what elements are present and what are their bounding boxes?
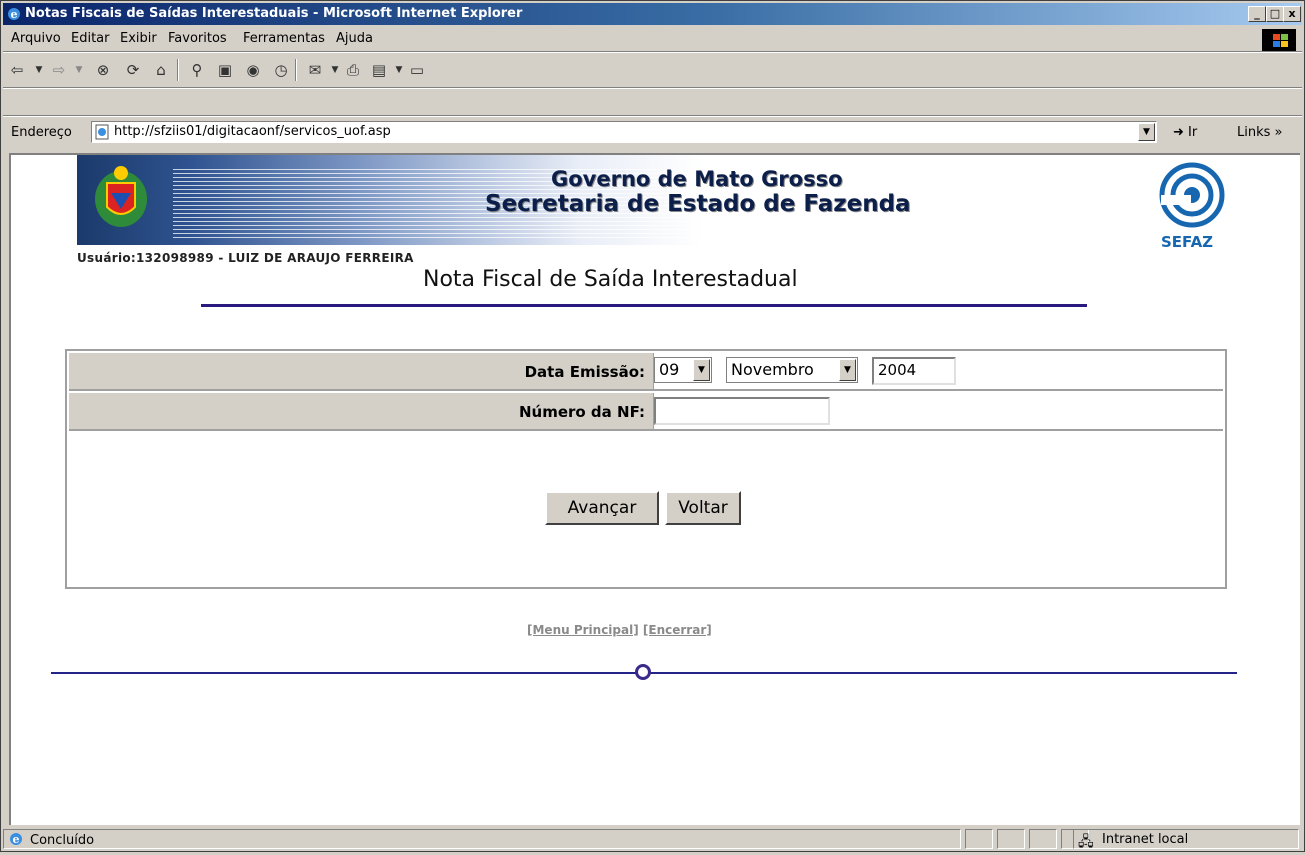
month-value: Novembro [731, 360, 814, 379]
browser-window: e Notas Fiscais de Saídas Interestaduais… [0, 0, 1305, 852]
day-select[interactable]: 09 ▼ [654, 357, 712, 383]
next-button[interactable]: Avançar [545, 491, 659, 525]
edit-dropdown-icon[interactable]: ▼ [389, 60, 409, 80]
edit-icon[interactable]: ▤ [369, 60, 389, 80]
intranet-icon: 🖧 [1078, 834, 1094, 850]
mail-dropdown-icon[interactable]: ▼ [325, 60, 345, 80]
address-dropdown-icon[interactable]: ▼ [1138, 123, 1155, 141]
month-select[interactable]: Novembro ▼ [726, 357, 858, 383]
year-input[interactable]: 2004 [872, 357, 956, 385]
minimize-button[interactable]: _ [1248, 6, 1266, 22]
refresh-icon[interactable]: ⟳ [123, 60, 143, 80]
windows-logo-icon [1262, 29, 1296, 51]
address-label: Endereço [11, 125, 72, 140]
rule-ornament [635, 664, 651, 680]
page-content: Governo de Mato Grosso Secretaria de Est… [9, 153, 1300, 825]
menu-bar: Arquivo Editar Exibir Favoritos Ferramen… [3, 27, 1302, 51]
sefaz-label: SEFAZ [1161, 233, 1214, 251]
window-title: Notas Fiscais de Saídas Interestaduais -… [25, 6, 523, 21]
nf-number-row: Número da NF: [69, 393, 1224, 431]
chevron-down-icon[interactable]: ▼ [839, 359, 856, 381]
chevron-down-icon[interactable]: ▼ [693, 359, 710, 381]
maximize-button[interactable]: □ [1266, 6, 1284, 22]
sefaz-logo-icon [1159, 162, 1225, 228]
nf-number-cell [653, 393, 1224, 429]
address-input[interactable]: http://sfziis01/digitacaonf/servicos_uof… [91, 121, 1157, 143]
history-icon[interactable]: ◷ [271, 60, 291, 80]
toolbar-separator [295, 59, 297, 81]
day-value: 09 [659, 360, 680, 379]
links-button[interactable]: Links » [1237, 125, 1282, 140]
forward-dropdown-icon[interactable]: ▼ [69, 60, 89, 80]
menu-ferramentas[interactable]: Ferramentas [243, 31, 325, 46]
back-dropdown-icon[interactable]: ▼ [29, 60, 49, 80]
status-main-pane: e Concluído [3, 829, 961, 849]
nf-form: Data Emissão: 09 ▼ Novembro ▼ 2004 Númer… [65, 349, 1227, 589]
discuss-icon[interactable]: ▭ [407, 60, 427, 80]
date-label: Data Emissão: [524, 363, 645, 381]
page-icon [95, 124, 109, 140]
forward-icon[interactable]: ⇨ [49, 60, 69, 80]
stop-icon[interactable]: ⊗ [93, 60, 113, 80]
print-icon[interactable]: ⎙ [343, 60, 363, 80]
encerrar-link[interactable]: [Encerrar] [643, 623, 712, 637]
banner: Governo de Mato Grosso Secretaria de Est… [77, 155, 911, 245]
close-button[interactable]: x [1283, 6, 1301, 22]
menu-ajuda[interactable]: Ajuda [336, 31, 373, 46]
page-title: Nota Fiscal de Saída Interestadual [423, 267, 798, 292]
title-underline [201, 304, 1087, 307]
toolbar-separator [177, 59, 179, 81]
ie-logo-icon: e [8, 8, 20, 21]
date-cell: 09 ▼ Novembro ▼ 2004 [653, 353, 1224, 389]
title-bar[interactable]: e Notas Fiscais de Saídas Interestaduais… [3, 3, 1302, 25]
menu-exibir[interactable]: Exibir [120, 31, 157, 46]
back-icon[interactable]: ⇦ [7, 60, 27, 80]
status-bar: e Concluído 🖧 Intranet local [3, 827, 1302, 851]
status-zone-pane: 🖧 Intranet local [1073, 829, 1299, 850]
home-icon[interactable]: ⌂ [151, 60, 171, 80]
user-info: Usuário:132098989 - LUIZ DE ARAUJO FERRE… [77, 251, 414, 265]
go-label: Ir [1188, 125, 1198, 140]
banner-line1: Governo de Mato Grosso [551, 167, 843, 191]
page-done-icon: e [10, 833, 22, 846]
banner-line2: Secretaria de Estado de Fazenda [485, 191, 911, 217]
nf-number-label: Número da NF: [518, 403, 645, 421]
footer-links: [Menu Principal] [Encerrar] [527, 623, 712, 637]
nf-number-input[interactable] [654, 397, 830, 425]
address-url: http://sfziis01/digitacaonf/servicos_uof… [114, 124, 391, 139]
toolbar: ⇦ ▼ ⇨ ▼ ⊗ ⟳ ⌂ ⚲ ▣ ◉ ◷ ✉ ▼ ⎙ ▤ ▼ ▭ [3, 53, 1302, 87]
menu-favoritos[interactable]: Favoritos [168, 31, 227, 46]
media-icon[interactable]: ◉ [243, 60, 263, 80]
go-button[interactable]: ➜ Ir [1173, 125, 1197, 140]
svg-text:e: e [13, 833, 20, 846]
zone-text: Intranet local [1102, 832, 1189, 847]
favorites-icon[interactable]: ▣ [215, 60, 235, 80]
status-pane [997, 829, 1025, 849]
mail-icon[interactable]: ✉ [305, 60, 325, 80]
menu-editar[interactable]: Editar [71, 31, 110, 46]
svg-text:e: e [11, 8, 18, 21]
address-bar: Endereço http://sfziis01/digitacaonf/ser… [3, 117, 1302, 151]
coat-of-arms-icon [95, 166, 147, 227]
status-text: Concluído [30, 833, 95, 848]
date-row: Data Emissão: 09 ▼ Novembro ▼ 2004 [69, 353, 1224, 391]
go-arrow-icon: ➜ [1173, 125, 1184, 140]
status-pane [1029, 829, 1057, 849]
search-icon[interactable]: ⚲ [187, 60, 207, 80]
menu-arquivo[interactable]: Arquivo [11, 31, 61, 46]
menu-principal-link[interactable]: [Menu Principal] [527, 623, 639, 637]
content-edge [1300, 153, 1302, 825]
back-button[interactable]: Voltar [665, 491, 741, 525]
status-pane [965, 829, 993, 849]
